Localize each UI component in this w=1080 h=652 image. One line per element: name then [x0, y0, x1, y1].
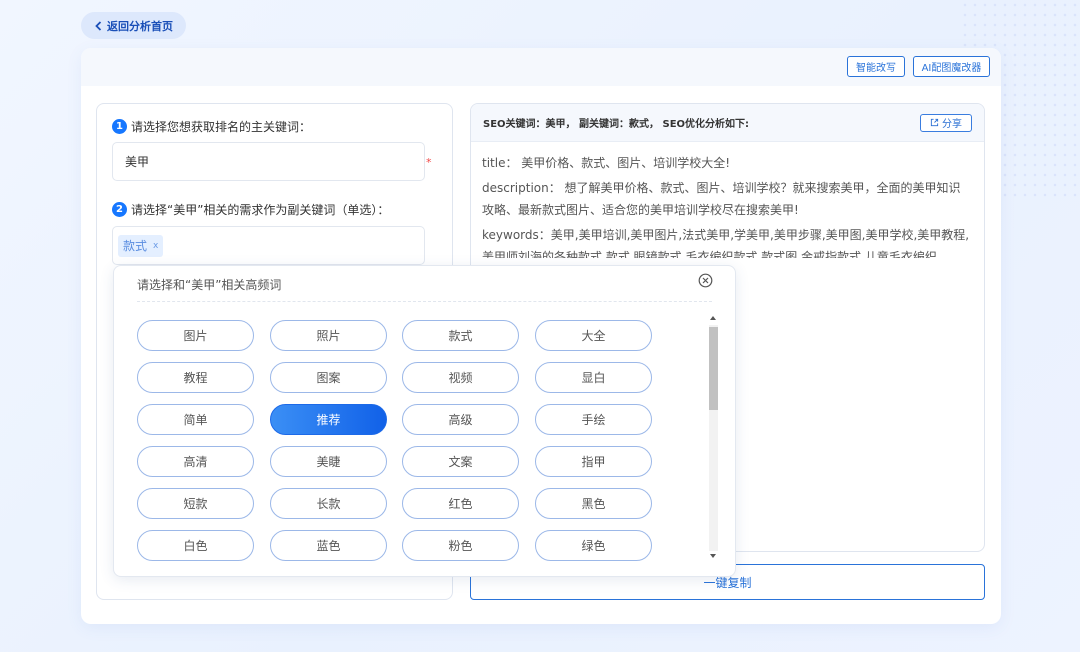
step2-label: 2 请选择“美甲”相关的需求作为副关键词（单选）：	[112, 201, 389, 218]
required-marker: *	[426, 156, 432, 169]
step1-number-badge: 1	[112, 119, 127, 134]
seo-result-header: SEO关键词：美甲， 副关键词：款式， SEO优化分析如下: 分享	[471, 104, 984, 142]
step2-number-badge: 2	[112, 202, 127, 217]
seo-keywords-line: keywords：美甲,美甲培训,美甲图片,法式美甲,学美甲,美甲步骤,美甲图,…	[482, 228, 970, 258]
keyword-chip[interactable]: 绿色	[535, 530, 652, 561]
main-keyword-field[interactable]: 美甲	[112, 142, 425, 181]
keyword-chip[interactable]: 美睫	[270, 446, 387, 477]
keyword-chip[interactable]: 高清	[137, 446, 254, 477]
share-button[interactable]: 分享	[920, 113, 972, 132]
keyword-chip[interactable]: 高级	[402, 404, 519, 435]
keyword-chip[interactable]: 短款	[137, 488, 254, 519]
share-icon	[930, 118, 939, 127]
seo-result-title: SEO关键词：美甲， 副关键词：款式， SEO优化分析如下:	[483, 119, 750, 130]
keyword-chip[interactable]: 图片	[137, 320, 254, 351]
main-keyword-value: 美甲	[125, 155, 150, 169]
keyword-chip[interactable]: 图案	[270, 362, 387, 393]
keyword-chip[interactable]: 蓝色	[270, 530, 387, 561]
tag-label: 款式	[123, 239, 148, 253]
scroll-down-arrow-icon[interactable]	[710, 554, 716, 558]
keyword-chip[interactable]: 手绘	[535, 404, 652, 435]
smart-rewrite-button[interactable]: 智能改写	[847, 56, 905, 77]
toolbar: 智能改写 AI配图魔改器	[81, 48, 1001, 86]
popup-divider	[137, 301, 712, 302]
keyword-chip[interactable]: 教程	[137, 362, 254, 393]
keyword-chip[interactable]: 大全	[535, 320, 652, 351]
keyword-chip[interactable]: 简单	[137, 404, 254, 435]
ai-image-editor-button[interactable]: AI配图魔改器	[913, 56, 990, 77]
tag-remove-icon[interactable]: x	[153, 241, 158, 251]
keyword-chip[interactable]: 白色	[137, 530, 254, 561]
popup-title: 请选择和“美甲”相关高频词	[137, 278, 282, 292]
scroll-thumb[interactable]	[709, 327, 718, 410]
keyword-chip[interactable]: 红色	[402, 488, 519, 519]
keyword-chip[interactable]: 指甲	[535, 446, 652, 477]
scroll-up-arrow-icon[interactable]	[710, 316, 716, 320]
close-icon[interactable]	[698, 273, 713, 288]
back-to-analysis-home-button[interactable]: 返回分析首页	[81, 12, 186, 39]
keyword-chip[interactable]: 款式	[402, 320, 519, 351]
seo-title-line: title： 美甲价格、款式、图片、培训学校大全!	[482, 156, 731, 170]
keyword-chip[interactable]: 推荐	[270, 404, 387, 435]
step2-label-text: 请选择“美甲”相关的需求作为副关键词（单选）：	[131, 203, 390, 217]
back-button-label: 返回分析首页	[107, 19, 173, 33]
step1-label: 1 请选择您想获取排名的主关键词：	[112, 118, 311, 135]
popup-scrollbar[interactable]	[707, 313, 720, 563]
chevron-left-icon	[95, 20, 102, 31]
selected-sub-keyword-tag: 款式 x	[118, 234, 164, 257]
seo-result-body: title： 美甲价格、款式、图片、培训学校大全! description： 想…	[471, 142, 984, 258]
keyword-chip[interactable]: 文案	[402, 446, 519, 477]
step1-label-text: 请选择您想获取排名的主关键词：	[131, 120, 312, 134]
keyword-chip[interactable]: 黑色	[535, 488, 652, 519]
keyword-chip[interactable]: 长款	[270, 488, 387, 519]
high-frequency-words-popup: 请选择和“美甲”相关高频词 图片 照片 款式 大全教程 图案 视频 显白简单 推荐 高级 手绘高清…	[113, 265, 736, 577]
keyword-chip[interactable]: 粉色	[402, 530, 519, 561]
share-label: 分享	[942, 119, 962, 130]
keyword-chip[interactable]: 照片	[270, 320, 387, 351]
keyword-chip[interactable]: 显白	[535, 362, 652, 393]
sub-keyword-field[interactable]: 款式 x	[112, 226, 425, 265]
keyword-chip[interactable]: 视频	[402, 362, 519, 393]
seo-description-line: description： 想了解美甲价格、款式、图片、培训学校？就来搜索美甲，全…	[482, 181, 961, 217]
